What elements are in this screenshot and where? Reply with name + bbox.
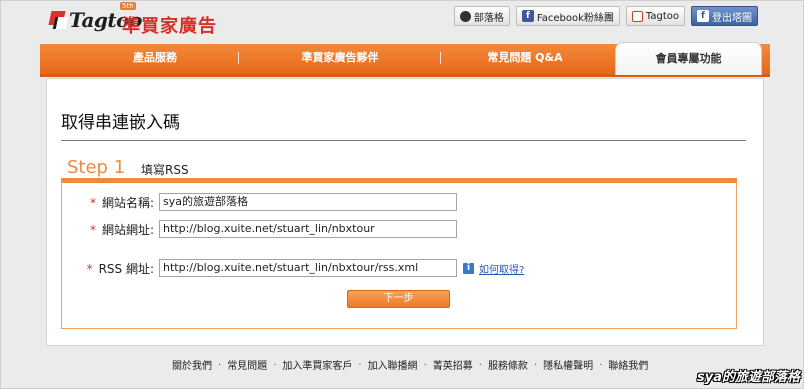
nav-item-partners[interactable]: 準買家廣告夥伴 bbox=[250, 44, 430, 72]
rss-url-label: * RSS 網址: bbox=[62, 260, 154, 277]
required-mark: * bbox=[89, 222, 96, 237]
main-nav: 產品服務 準買家廣告夥伴 常見問題 Q&A 會員專屬功能 bbox=[40, 42, 770, 77]
facebook-fans-label: Facebook粉絲團 bbox=[536, 12, 614, 24]
site-name-label: * 網站名稱: bbox=[62, 194, 154, 211]
nav-item-products[interactable]: 產品服務 bbox=[80, 44, 230, 72]
site-name-label-text: 網站名稱: bbox=[101, 195, 154, 210]
logo-badge: 5th bbox=[120, 2, 136, 10]
fb-logout-label: 登出塔圖 bbox=[712, 12, 752, 24]
brand-title: 準買家廣告 bbox=[122, 16, 217, 37]
info-icon: i bbox=[463, 262, 474, 274]
site-header: Tagtoo 5th 準買家廣告 部落格 f Facebook粉絲團 Tagto… bbox=[40, 0, 770, 44]
rss-url-label-text: RSS 網址: bbox=[98, 261, 154, 276]
facebook-icon: f bbox=[521, 10, 534, 22]
step-label: Step 1 bbox=[67, 157, 126, 178]
required-mark: * bbox=[86, 261, 93, 276]
site-url-label-text: 網站網址: bbox=[101, 222, 154, 237]
footer-separator: . bbox=[533, 357, 538, 368]
rss-url-field[interactable]: http://blog.xuite.net/stuart_lin/nbxtour… bbox=[159, 259, 457, 277]
rss-form: * 網站名稱: sya的旅遊部落格 * 網站網址: http://blog.xuit… bbox=[61, 178, 737, 329]
site-name-row: * 網站名稱: sya的旅遊部落格 bbox=[62, 193, 457, 211]
site-name-field[interactable]: sya的旅遊部落格 bbox=[159, 193, 457, 211]
blog-button-label: 部落格 bbox=[473, 12, 504, 24]
footer-link-join-network[interactable]: 加入聯播網 bbox=[368, 357, 418, 372]
footer-links: 關於我們. 常見問題. 加入準買家客戶. 加入聯播網. 菁英招募. 服務條款. … bbox=[172, 357, 648, 372]
footer-separator: . bbox=[273, 357, 277, 368]
nav-divider bbox=[238, 52, 239, 64]
nav-item-faq[interactable]: 常見問題 Q&A bbox=[450, 44, 600, 72]
blog-icon bbox=[459, 10, 471, 22]
tagtoo-button-label: Tagtoo bbox=[645, 10, 679, 22]
tagtoo-button[interactable]: Tagtoo bbox=[625, 6, 685, 26]
site-url-field[interactable]: http://blog.xuite.net/stuart_lin/nbxtour bbox=[159, 220, 457, 238]
how-to-get-link[interactable]: 如何取得? bbox=[479, 261, 524, 276]
site-url-label: * 網站網址: bbox=[62, 221, 154, 238]
how-to-get-help[interactable]: i 如何取得? bbox=[463, 261, 524, 276]
page-title: 取得串連嵌入碼 bbox=[61, 113, 180, 133]
footer-separator: . bbox=[599, 357, 603, 368]
fb-logout-button[interactable]: f 登出塔圖 bbox=[691, 6, 758, 26]
footer-separator: . bbox=[218, 357, 222, 368]
footer-link-terms[interactable]: 服務條款 bbox=[488, 357, 528, 372]
footer-link-privacy[interactable]: 隱私權聲明 bbox=[543, 357, 593, 372]
step-subtitle: 填寫RSS bbox=[141, 163, 189, 177]
next-step-button[interactable]: 下一步 bbox=[347, 290, 450, 308]
footer-separator: . bbox=[478, 357, 482, 368]
footer-separator: . bbox=[358, 357, 362, 368]
main-content: 取得串連嵌入碼 Step 1 填寫RSS * 網站名稱: sya的旅遊部落格 * 網… bbox=[46, 78, 764, 346]
blog-watermark: sya的旅遊部落格 bbox=[697, 370, 800, 385]
blog-button[interactable]: 部落格 bbox=[453, 6, 510, 26]
nav-divider bbox=[440, 52, 441, 64]
title-divider bbox=[61, 140, 746, 141]
required-mark: * bbox=[89, 195, 96, 210]
facebook-fans-button[interactable]: f Facebook粉絲團 bbox=[515, 6, 620, 26]
site-url-row: * 網站網址: http://blog.xuite.net/stuart_lin/… bbox=[62, 220, 457, 238]
footer-link-contact[interactable]: 聯絡我們 bbox=[608, 357, 648, 372]
rss-url-row: * RSS 網址: http://blog.xuite.net/stuart_li… bbox=[62, 259, 524, 277]
footer-link-careers[interactable]: 菁英招募 bbox=[433, 357, 473, 372]
logo-mark-icon bbox=[48, 9, 68, 31]
footer-separator: . bbox=[423, 357, 427, 368]
tab-member-functions[interactable]: 會員專屬功能 bbox=[615, 42, 762, 75]
footer-link-join-client[interactable]: 加入準買家客戶 bbox=[282, 357, 352, 372]
footer-link-faq[interactable]: 常見問題 bbox=[227, 357, 267, 372]
facebook-icon: f bbox=[697, 10, 709, 22]
header-tools: 部落格 f Facebook粉絲團 Tagtoo f 登出塔圖 bbox=[453, 6, 758, 26]
footer-link-about[interactable]: 關於我們 bbox=[172, 357, 212, 372]
tagtoo-icon bbox=[631, 10, 643, 22]
